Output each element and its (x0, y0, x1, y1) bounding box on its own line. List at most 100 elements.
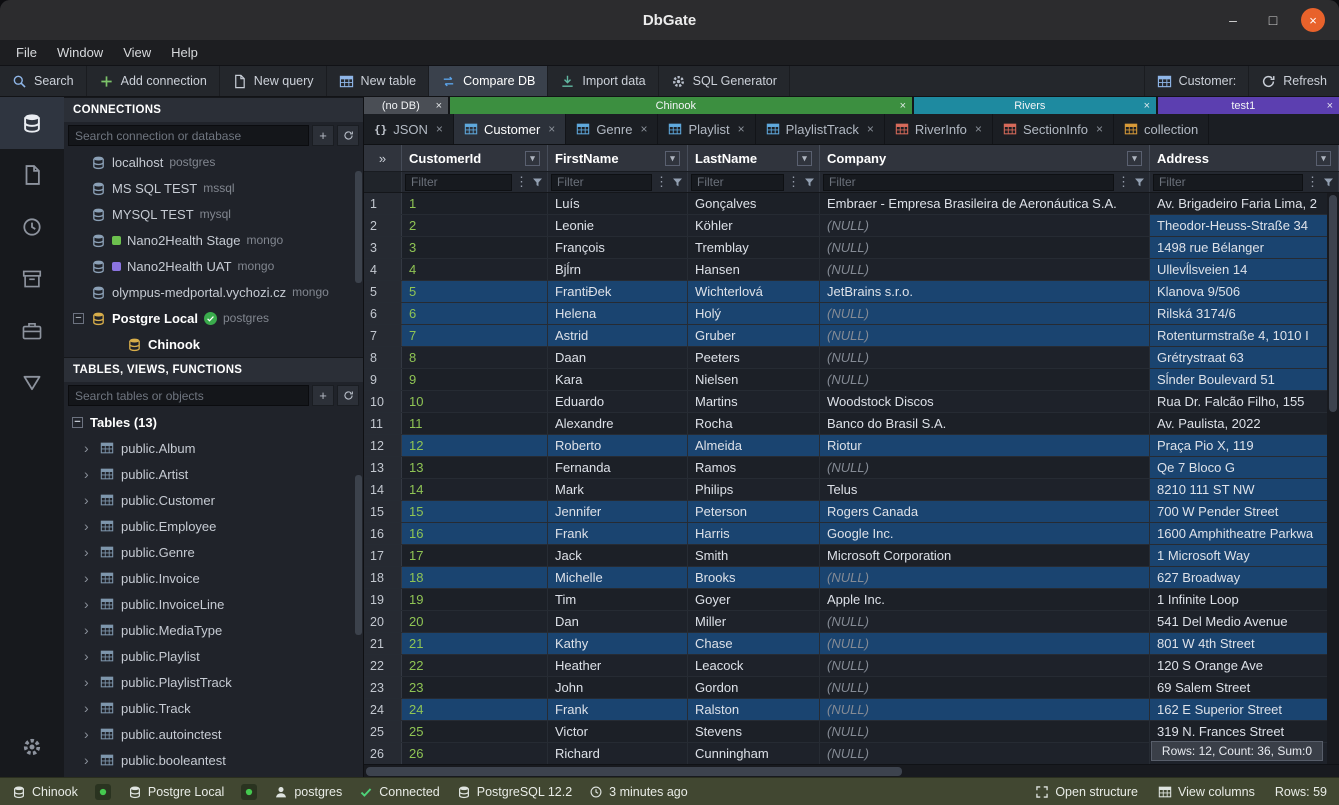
cell-lastname[interactable]: Köhler (688, 215, 820, 236)
add-connection-small-button[interactable]: + (312, 125, 334, 146)
cell-company[interactable]: (NULL) (820, 347, 1150, 368)
row-number[interactable]: 21 (364, 633, 402, 654)
cell-company[interactable]: Microsoft Corporation (820, 545, 1150, 566)
cell-company[interactable]: (NULL) (820, 567, 1150, 588)
cell-customerid[interactable]: 12 (402, 435, 548, 456)
filter-input-lastname[interactable] (691, 174, 784, 191)
tables-group-row[interactable]: − Tables (13) (64, 409, 363, 435)
cell-firstname[interactable]: Helena (548, 303, 688, 324)
cell-lastname[interactable]: Leacock (688, 655, 820, 676)
row-number[interactable]: 7 (364, 325, 402, 346)
cell-address[interactable]: 700 W Pender Street (1150, 501, 1339, 522)
cell-company[interactable]: Apple Inc. (820, 589, 1150, 610)
status-postgresql-12-2[interactable]: PostgreSQL 12.2 (457, 785, 572, 799)
vertical-scroll-thumb[interactable] (1329, 195, 1337, 412)
tab-playlisttrack[interactable]: PlaylistTrack× (756, 114, 885, 144)
cell-lastname[interactable]: Gonçalves (688, 193, 820, 214)
cell-company[interactable]: (NULL) (820, 721, 1150, 742)
column-dropdown-icon[interactable]: ▾ (797, 151, 812, 166)
row-number[interactable]: 22 (364, 655, 402, 676)
status-postgres[interactable]: postgres (274, 785, 342, 799)
cell-address[interactable]: 1 Infinite Loop (1150, 589, 1339, 610)
refresh-connections-button[interactable] (337, 125, 359, 146)
close-icon[interactable]: × (436, 122, 443, 136)
cell-company[interactable]: (NULL) (820, 699, 1150, 720)
cell-customerid[interactable]: 24 (402, 699, 548, 720)
grid-corner-button[interactable]: » (364, 145, 402, 171)
db-group-tab-no-db[interactable]: (no DB)× (364, 97, 448, 114)
collapse-icon[interactable]: − (72, 417, 83, 428)
cell-address[interactable]: Qe 7 Bloco G (1150, 457, 1339, 478)
toolbar-add-connection[interactable]: Add connection (87, 66, 220, 96)
filter-funnel-icon[interactable] (1133, 176, 1146, 189)
cell-lastname[interactable]: Stevens (688, 721, 820, 742)
connection-item-nano2health-stage[interactable]: Nano2Health Stagemongo (64, 227, 363, 253)
cell-lastname[interactable]: Gordon (688, 677, 820, 698)
table-item-public-playlisttrack[interactable]: ›public.PlaylistTrack (64, 669, 363, 695)
cell-lastname[interactable]: Holý (688, 303, 820, 324)
cell-firstname[interactable]: Leonie (548, 215, 688, 236)
cell-firstname[interactable]: François (548, 237, 688, 258)
table-item-public-mediatype[interactable]: ›public.MediaType (64, 617, 363, 643)
cell-lastname[interactable]: Gruber (688, 325, 820, 346)
filter-input-firstname[interactable] (551, 174, 652, 191)
table-item-public-customer[interactable]: ›public.Customer (64, 487, 363, 513)
filter-input-company[interactable] (823, 174, 1114, 191)
cell-firstname[interactable]: Kara (548, 369, 688, 390)
column-dropdown-icon[interactable]: ▾ (525, 151, 540, 166)
cell-lastname[interactable]: Nielsen (688, 369, 820, 390)
toolbar-search[interactable]: Search (0, 66, 87, 96)
connection-item-ms-sql-test[interactable]: MS SQL TESTmssql (64, 175, 363, 201)
add-table-small-button[interactable]: + (312, 385, 334, 406)
connection-item-mysql-test[interactable]: MYSQL TESTmysql (64, 201, 363, 227)
table-item-public-genre[interactable]: ›public.Genre (64, 539, 363, 565)
cell-customerid[interactable]: 17 (402, 545, 548, 566)
row-number[interactable]: 10 (364, 391, 402, 412)
row-number[interactable]: 16 (364, 523, 402, 544)
filter-input-customerid[interactable] (405, 174, 512, 191)
cell-firstname[interactable]: Michelle (548, 567, 688, 588)
cell-address[interactable]: Sĺnder Boulevard 51 (1150, 369, 1339, 390)
cell-firstname[interactable]: FrantiĐek (548, 281, 688, 302)
toolbar-compare-db[interactable]: Compare DB (429, 66, 548, 96)
toolbar-new-query[interactable]: New query (220, 66, 327, 96)
cell-customerid[interactable]: 4 (402, 259, 548, 280)
cell-lastname[interactable]: Tremblay (688, 237, 820, 258)
cell-address[interactable]: 162 E Superior Street (1150, 699, 1339, 720)
row-number[interactable]: 9 (364, 369, 402, 390)
close-icon[interactable]: × (738, 122, 745, 136)
menu-view[interactable]: View (113, 42, 161, 63)
close-icon[interactable]: × (1327, 100, 1333, 112)
table-item-public-playlist[interactable]: ›public.Playlist (64, 643, 363, 669)
tab-sectioninfo[interactable]: SectionInfo× (993, 114, 1114, 144)
db-group-tab-chinook[interactable]: Chinook× (450, 97, 912, 114)
cell-address[interactable]: 627 Broadway (1150, 567, 1339, 588)
cell-address[interactable]: 1600 Amphitheatre Parkwa (1150, 523, 1339, 544)
close-icon[interactable]: × (975, 122, 982, 136)
column-header-customerid[interactable]: CustomerId▾ (402, 145, 548, 171)
cell-firstname[interactable]: Bjĺrn (548, 259, 688, 280)
row-number[interactable]: 19 (364, 589, 402, 610)
tab-riverinfo[interactable]: RiverInfo× (885, 114, 993, 144)
table-item-public-invoiceline[interactable]: ›public.InvoiceLine (64, 591, 363, 617)
cell-customerid[interactable]: 11 (402, 413, 548, 434)
cell-address[interactable]: Klanova 9/506 (1150, 281, 1339, 302)
cell-address[interactable]: 120 S Orange Ave (1150, 655, 1339, 676)
row-number[interactable]: 25 (364, 721, 402, 742)
cell-customerid[interactable]: 20 (402, 611, 548, 632)
table-item-public-booleantest[interactable]: ›public.booleantest (64, 747, 363, 773)
cell-company[interactable]: (NULL) (820, 369, 1150, 390)
table-item-public-autoinctest[interactable]: ›public.autoinctest (64, 721, 363, 747)
cell-firstname[interactable]: Dan (548, 611, 688, 632)
cell-customerid[interactable]: 26 (402, 743, 548, 764)
kebab-menu-icon[interactable]: ⋮ (515, 174, 528, 190)
cell-customerid[interactable]: 2 (402, 215, 548, 236)
cell-address[interactable]: Rua Dr. Falcão Filho, 155 (1150, 391, 1339, 412)
cell-address[interactable]: 69 Salem Street (1150, 677, 1339, 698)
close-icon[interactable]: × (1144, 100, 1150, 112)
toolbar-customer[interactable]: Customer: (1144, 66, 1249, 96)
status-postgre-local[interactable]: Postgre Local (128, 785, 224, 799)
cell-lastname[interactable]: Chase (688, 633, 820, 654)
cell-company[interactable]: Woodstock Discos (820, 391, 1150, 412)
cell-address[interactable]: Theodor-Heuss-Straße 34 (1150, 215, 1339, 236)
